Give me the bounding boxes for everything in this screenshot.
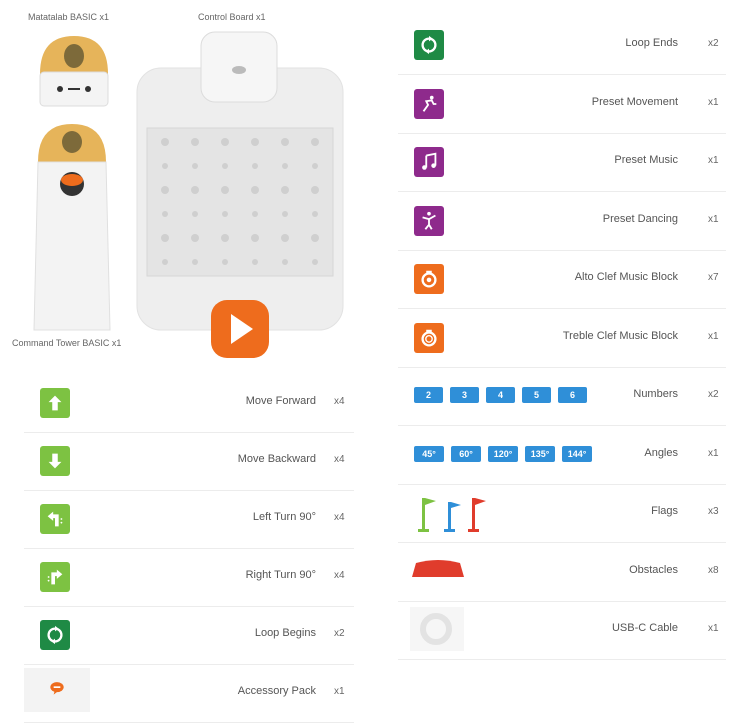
running-person-icon [414,88,444,119]
angle-chip: 144° [562,445,592,462]
item-quantity: x1 [334,686,345,697]
item-quantity: x2 [334,628,345,639]
list-item: Preset Movement x1 [398,75,726,134]
item-name: Right Turn 90° [245,569,316,581]
turn-right-icon [40,562,70,592]
turn-left-icon [40,504,70,534]
list-item: Right Turn 90° x4 [24,548,354,607]
item-quantity: x1 [708,623,719,634]
item-quantity: x3 [708,506,719,517]
list-item: Preset Music x1 [398,133,726,192]
item-quantity: x4 [334,512,345,523]
list-item: 2 3 4 5 6 Numbers x2 [398,367,726,426]
item-quantity: x1 [708,155,719,166]
dancer-icon [414,205,444,236]
control-board-label: Control Board x1 [198,12,266,22]
item-quantity: x2 [708,38,719,49]
number-chip: 4 [486,387,515,403]
obstacle-icon [410,559,466,584]
item-name: Numbers [633,388,678,400]
music-note-icon [414,147,444,177]
arrow-up-icon [40,388,70,418]
list-item: Loop Begins x2 [24,606,354,665]
angle-chip: 120° [488,445,518,462]
list-item: Loop Ends x2 [398,16,726,75]
item-name: Preset Dancing [602,212,678,225]
alto-clef-icon [414,264,444,294]
angle-chip: 135° [525,445,555,462]
list-item: Left Turn 90° x4 [24,490,354,549]
usb-cable-icon [410,607,464,656]
number-chip: 5 [522,387,551,403]
item-name: Left Turn 90° [252,511,316,523]
item-name: Obstacles [629,563,678,576]
treble-clef-icon [414,322,444,353]
item-name: Move Backward [237,453,316,465]
matatalab-label: Matatalab BASIC x1 [28,12,110,22]
accessory-pack-image [24,668,90,712]
number-chip: 3 [450,387,479,403]
matatalab-robot-image [39,36,109,107]
list-item: Alto Clef Music Block x7 [398,250,726,309]
list-item: Accessory Pack x1 [24,664,354,723]
item-name: Treble Clef Music Block [562,329,678,342]
item-name: Loop Ends [625,37,678,49]
item-name: Preset Music [614,154,678,166]
item-name: USB-C Cable [611,622,678,634]
item-name: Loop Begins [254,627,316,639]
item-name: Flags [651,505,678,517]
list-item: Flags x3 [398,484,726,543]
control-board-image [136,31,344,358]
loop-icon [40,620,70,650]
angle-chip: 45° [414,445,444,462]
command-tower-image [33,124,111,331]
number-chip: 6 [558,387,587,403]
list-item: Move Forward x4 [24,374,354,433]
list-item: Move Backward x4 [24,432,354,491]
list-item: Treble Clef Music Block x1 [398,309,726,368]
item-name: Preset Movement [591,95,678,108]
item-quantity: x7 [708,272,719,283]
item-quantity: x4 [334,570,345,581]
list-item: 45° 60° 120° 135° 144° Angles x1 [398,426,726,485]
item-name: Accessory Pack [237,685,316,697]
flags-icon [414,492,494,539]
loop-icon [414,30,444,60]
list-item: USB-C Cable x1 [398,601,726,660]
number-chip: 2 [414,387,443,403]
item-name: Alto Clef Music Block [574,271,678,283]
item-quantity: x1 [708,447,719,459]
item-quantity: x1 [708,330,719,342]
angle-chip: 60° [451,445,481,462]
item-quantity: x2 [708,389,719,400]
item-quantity: x4 [334,454,345,465]
chat-bubble-icon [47,678,67,703]
item-name: Move Forward [245,395,316,407]
list-item: Preset Dancing x1 [398,192,726,251]
item-quantity: x4 [334,396,345,407]
command-tower-label: Command Tower BASIC x1 [12,338,122,348]
item-quantity: x1 [708,96,719,108]
list-item: Obstacles x8 [398,543,726,602]
arrow-down-icon [40,446,70,476]
item-quantity: x1 [708,213,719,225]
item-name: Angles [644,446,678,459]
item-quantity: x8 [708,564,719,576]
